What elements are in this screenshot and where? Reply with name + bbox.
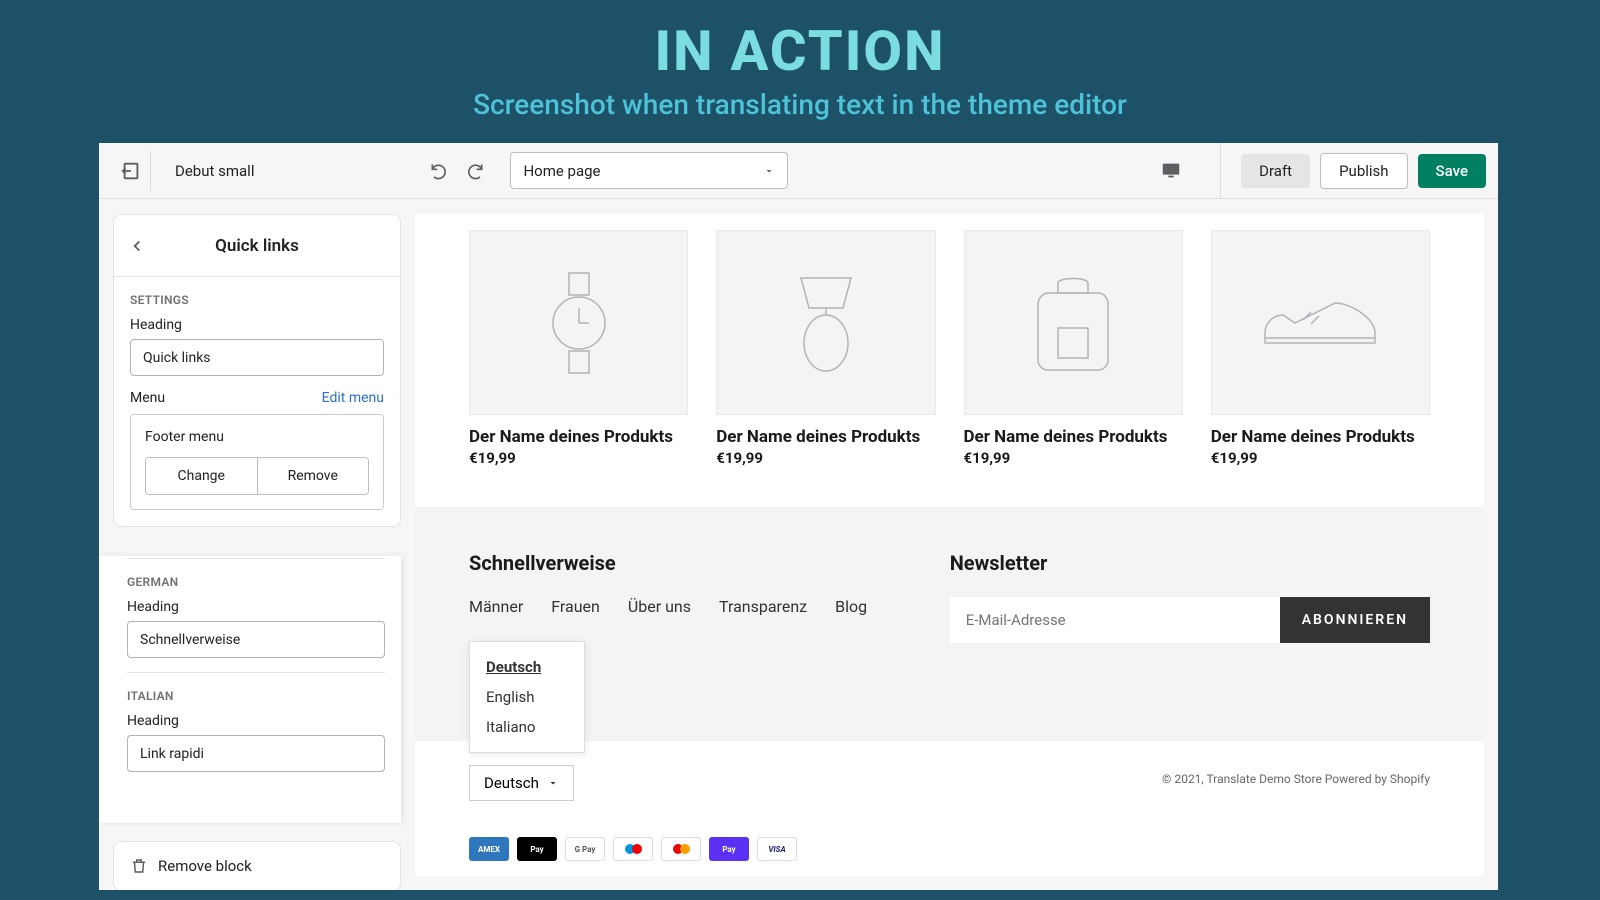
payment-gpay-icon: G Pay (565, 837, 605, 861)
divider (1220, 143, 1221, 199)
page-selector-label: Home page (523, 162, 600, 180)
product-name: Der Name deines Produkts (1211, 427, 1430, 447)
sidebar: Quick links SETTINGS Heading Menu Edit m… (113, 214, 401, 527)
german-heading-label: Heading (127, 599, 385, 615)
undo-icon (429, 161, 449, 181)
footer-link[interactable]: Männer (469, 597, 523, 616)
product-card[interactable]: Der Name deines Produkts €19,99 (1211, 230, 1430, 467)
backpack-icon (1023, 268, 1123, 378)
heading-label: Heading (130, 317, 384, 333)
remove-block-button[interactable]: Remove block (113, 841, 401, 890)
payment-maestro-icon (613, 837, 653, 861)
footer-link[interactable]: Transparenz (719, 597, 807, 616)
menu-label: Menu (130, 390, 165, 406)
preview: Der Name deines Produkts €19,99 Der Name… (415, 214, 1484, 876)
chevron-left-icon (128, 237, 146, 255)
language-selector-label: Deutsch (484, 774, 539, 792)
lang-option[interactable]: Italiano (470, 712, 584, 742)
desktop-view-button[interactable] (1156, 156, 1186, 186)
footer-link[interactable]: Frauen (551, 597, 600, 616)
subscribe-button[interactable]: ABONNIEREN (1280, 597, 1430, 643)
desktop-icon (1160, 160, 1182, 182)
chevron-down-icon (763, 165, 775, 177)
language-selector[interactable]: Deutsch (469, 765, 574, 801)
product-card[interactable]: Der Name deines Produkts €19,99 (469, 230, 688, 467)
undo-button[interactable] (424, 156, 454, 186)
italian-label: ITALIAN (127, 673, 385, 713)
email-input[interactable] (950, 597, 1280, 643)
payment-icons: AMEX Pay G Pay Pay VISA (469, 837, 1430, 861)
payment-shoppay-icon: Pay (709, 837, 749, 861)
product-name: Der Name deines Produkts (964, 427, 1183, 447)
hero-title: IN ACTION (0, 18, 1600, 84)
hero-subtitle: Screenshot when translating text in the … (0, 88, 1600, 121)
product-price: €19,99 (469, 449, 688, 467)
product-card[interactable]: Der Name deines Produkts €19,99 (964, 230, 1183, 467)
heading-input[interactable] (130, 339, 384, 376)
change-button[interactable]: Change (146, 458, 258, 494)
lang-option[interactable]: English (470, 682, 584, 712)
product-price: €19,99 (716, 449, 935, 467)
page-selector[interactable]: Home page (510, 152, 788, 189)
footer-link[interactable]: Blog (835, 597, 867, 616)
product-price: €19,99 (1211, 449, 1430, 467)
chevron-down-icon (547, 777, 559, 789)
footer-quicklinks-title: Schnellverweise (469, 551, 867, 575)
trash-icon (130, 857, 148, 875)
draft-badge[interactable]: Draft (1241, 154, 1310, 188)
remove-button[interactable]: Remove (258, 458, 369, 494)
copyright: © 2021, Translate Demo Store Powered by … (1162, 772, 1430, 786)
menu-box: Footer menu Change Remove (130, 414, 384, 510)
italian-heading-label: Heading (127, 713, 385, 729)
translation-panel: GERMAN Heading ITALIAN Heading (99, 556, 401, 823)
save-button[interactable]: Save (1418, 154, 1486, 188)
product-price: €19,99 (964, 449, 1183, 467)
lang-option[interactable]: Deutsch (470, 652, 584, 682)
bottom-bar: Deutsch AMEX Pay G Pay Pay VISA (415, 741, 1484, 871)
footer-link[interactable]: Über uns (628, 597, 691, 616)
newsletter-title: Newsletter (950, 551, 1430, 575)
redo-icon (465, 161, 485, 181)
payment-visa-icon: VISA (757, 837, 797, 861)
product-name: Der Name deines Produkts (716, 427, 935, 447)
settings-label: SETTINGS (114, 277, 400, 317)
app-frame: Debut small Home page Draft Publish Save (99, 143, 1498, 890)
exit-button[interactable] (111, 151, 151, 191)
product-row: Der Name deines Produkts €19,99 Der Name… (415, 214, 1484, 467)
german-label: GERMAN (127, 559, 385, 599)
remove-block-label: Remove block (158, 857, 252, 875)
publish-button[interactable]: Publish (1320, 153, 1407, 189)
sidebar-title: Quick links (215, 236, 299, 256)
theme-name: Debut small (165, 162, 254, 180)
menu-name: Footer menu (145, 429, 369, 445)
italian-heading-input[interactable] (127, 735, 385, 772)
lamp-icon (781, 268, 871, 378)
footer-links: Männer Frauen Über uns Transparenz Blog (469, 597, 867, 616)
payment-mastercard-icon (661, 837, 701, 861)
redo-button[interactable] (460, 156, 490, 186)
product-card[interactable]: Der Name deines Produkts €19,99 (716, 230, 935, 467)
german-heading-input[interactable] (127, 621, 385, 658)
language-popup: Deutsch English Italiano (469, 641, 585, 753)
shoe-icon (1255, 288, 1385, 358)
payment-amex-icon: AMEX (469, 837, 509, 861)
back-button[interactable] (128, 237, 146, 255)
watch-icon (544, 268, 614, 378)
exit-icon (120, 160, 142, 182)
payment-applepay-icon: Pay (517, 837, 557, 861)
topbar: Debut small Home page Draft Publish Save (99, 143, 1498, 199)
footer: Schnellverweise Männer Frauen Über uns T… (415, 507, 1484, 741)
product-name: Der Name deines Produkts (469, 427, 688, 447)
edit-menu-link[interactable]: Edit menu (322, 390, 384, 406)
